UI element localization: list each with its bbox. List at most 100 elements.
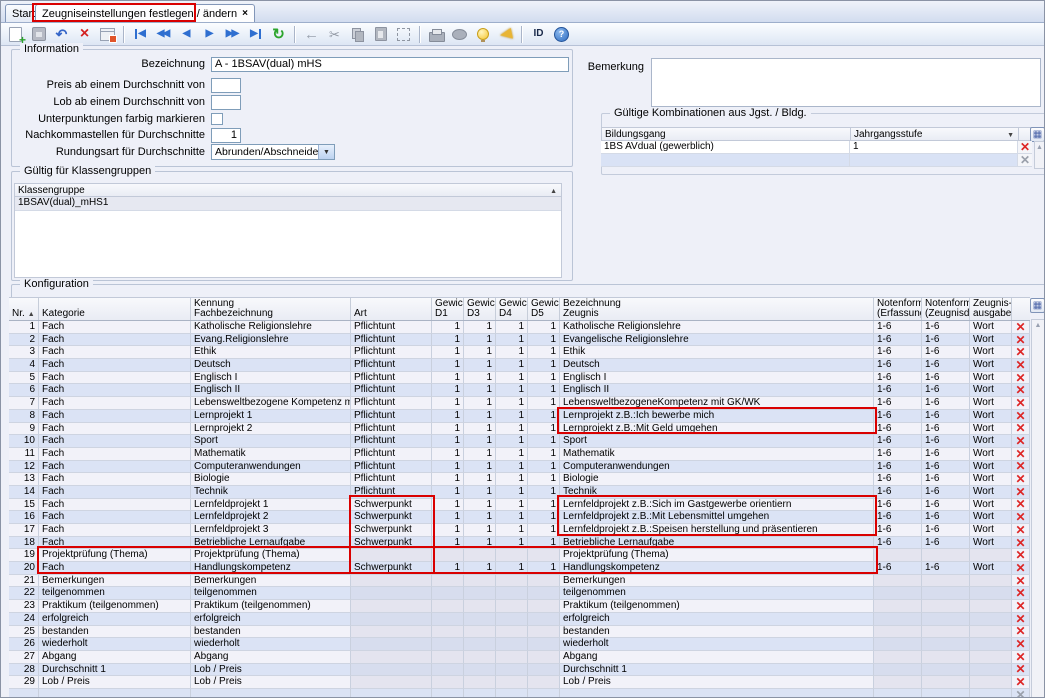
konfiguration-row[interactable]: 13FachBiologiePflichtunt1111Biologie1-61… bbox=[9, 473, 1030, 486]
konfig-col-gewicht-d4[interactable]: GewichtD4 bbox=[496, 298, 528, 320]
konfiguration-row[interactable]: ✕ bbox=[9, 689, 1030, 698]
konfiguration-row[interactable]: 6FachEnglisch IIPflichtunt1111Englisch I… bbox=[9, 384, 1030, 397]
konfig-col-nr-[interactable]: Nr. bbox=[9, 298, 39, 320]
konfiguration-row[interactable]: 9FachLernprojekt 2Pflichtunt1111Lernproj… bbox=[9, 423, 1030, 436]
kombinationen-scrollbar[interactable] bbox=[1034, 141, 1045, 169]
konfiguration-row[interactable]: 4FachDeutschPflichtunt1111Deutsch1-61-6W… bbox=[9, 359, 1030, 372]
konfiguration-row[interactable]: 15FachLernfeldprojekt 1Schwerpunkt1111Le… bbox=[9, 499, 1030, 512]
unterpunktungen-checkbox[interactable] bbox=[211, 113, 223, 125]
konfiguration-row[interactable]: 20FachHandlungskompetenzSchwerpunkt1111H… bbox=[9, 562, 1030, 575]
tab-zeugniseinstellungen[interactable]: Zeugniseinstellungen festlegen / ändern … bbox=[35, 4, 255, 22]
konfiguration-row[interactable]: 18FachBetriebliche LernaufgabeSchwerpunk… bbox=[9, 537, 1030, 550]
delete-row-icon[interactable]: ✕ bbox=[1012, 359, 1030, 372]
konfiguration-row[interactable]: 26wiederholtwiederholtwiederholt✕ bbox=[9, 638, 1030, 651]
konfiguration-row[interactable]: 8FachLernprojekt 1Pflichtunt1111Lernproj… bbox=[9, 410, 1030, 423]
refresh-icon[interactable] bbox=[268, 24, 289, 45]
rundungsart-select[interactable]: Abrunden/Abschneiden ▼ bbox=[211, 144, 335, 160]
konfiguration-row[interactable]: 22teilgenommenteilgenommenteilgenommen✕ bbox=[9, 587, 1030, 600]
konfig-col-gewicht-d5[interactable]: GewichtD5 bbox=[528, 298, 560, 320]
nav-first-icon[interactable] bbox=[130, 24, 151, 45]
konfig-col-art[interactable]: Art bbox=[351, 298, 432, 320]
konfig-col-bezeichnung-zeugnis[interactable]: BezeichnungZeugnis bbox=[560, 298, 874, 320]
delete-row-icon[interactable]: ✕ bbox=[1012, 651, 1030, 664]
kombinationen-col-jahrgangsstufe[interactable]: Jahrgangsstufe bbox=[850, 127, 1019, 141]
konfig-col-notenformat--erfassung-[interactable]: Notenformat(Erfassung) bbox=[874, 298, 922, 320]
delete-row-icon[interactable]: ✕ bbox=[1012, 524, 1030, 537]
konfiguration-row[interactable]: 21BemerkungenBemerkungenBemerkungen✕ bbox=[9, 575, 1030, 588]
kombination-row[interactable]: 1BS AVdual (gewerblich)1✕ bbox=[601, 141, 1032, 154]
konfiguration-row[interactable]: 5FachEnglisch IPflichtunt1111Englisch I1… bbox=[9, 372, 1030, 385]
delete-row-icon[interactable]: ✕ bbox=[1012, 499, 1030, 512]
notify-icon[interactable] bbox=[495, 24, 516, 45]
konfiguration-row[interactable]: 14FachTechnikPflichtunt1111Technik1-61-6… bbox=[9, 486, 1030, 499]
konfig-col-kennung-fachbezeichnung[interactable]: KennungFachbezeichnung bbox=[191, 298, 351, 320]
delete-row-icon[interactable]: ✕ bbox=[1012, 664, 1030, 677]
konfig-col-gewicht-d3[interactable]: GewichtD3 bbox=[464, 298, 496, 320]
konfiguration-row[interactable]: 24erfolgreicherfolgreicherfolgreich✕ bbox=[9, 613, 1030, 626]
delete-row-icon[interactable]: ✕ bbox=[1012, 486, 1030, 499]
delete-row-icon[interactable]: ✕ bbox=[1012, 397, 1030, 410]
data-form-icon[interactable] bbox=[97, 24, 118, 45]
save-icon[interactable] bbox=[28, 24, 49, 45]
konfiguration-column-chooser-icon[interactable] bbox=[1030, 298, 1045, 313]
copy-icon[interactable] bbox=[347, 24, 368, 45]
select-region-icon[interactable] bbox=[393, 24, 414, 45]
new-record-icon[interactable] bbox=[5, 24, 26, 45]
cut-icon[interactable] bbox=[324, 24, 345, 45]
kombination-row[interactable]: ✕ bbox=[601, 154, 1032, 167]
id-filter-icon[interactable] bbox=[528, 24, 549, 45]
nav-fast-prev-icon[interactable] bbox=[153, 24, 174, 45]
konfiguration-scrollbar[interactable] bbox=[1031, 319, 1045, 698]
delete-row-icon[interactable]: ✕ bbox=[1012, 562, 1030, 575]
konfiguration-row[interactable]: 1FachKatholische ReligionslehrePflichtun… bbox=[9, 321, 1030, 334]
konfiguration-row[interactable]: 7FachLebensweltbezogene Kompetenz mit GK… bbox=[9, 397, 1030, 410]
help-icon[interactable] bbox=[551, 24, 572, 45]
delete-row-icon[interactable]: ✕ bbox=[1012, 334, 1030, 347]
konfiguration-row[interactable]: 28Durchschnitt 1Lob / PreisDurchschnitt … bbox=[9, 664, 1030, 677]
konfiguration-row[interactable]: 25bestandenbestandenbestanden✕ bbox=[9, 626, 1030, 639]
nav-next-icon[interactable] bbox=[199, 24, 220, 45]
kombinationen-col-bildungsgang[interactable]: Bildungsgang bbox=[601, 127, 851, 141]
konfig-col-notenformat--zeugnisdruck-[interactable]: Notenformat(Zeugnisdruck) bbox=[922, 298, 970, 320]
nachkommastellen-input[interactable] bbox=[211, 128, 241, 143]
klassengruppen-col-klassengruppe[interactable]: Klassengruppe bbox=[14, 183, 562, 197]
delete-row-icon[interactable]: ✕ bbox=[1012, 410, 1030, 423]
delete-row-icon[interactable]: ✕ bbox=[1012, 372, 1030, 385]
delete-row-icon[interactable]: ✕ bbox=[1018, 154, 1032, 167]
konfig-col-zeugnis--ausgabe[interactable]: Zeugnis-ausgabe bbox=[970, 298, 1012, 320]
bemerkung-textarea[interactable] bbox=[651, 58, 1041, 107]
delete-row-icon[interactable]: ✕ bbox=[1012, 587, 1030, 600]
undo-icon[interactable] bbox=[51, 24, 72, 45]
tab-zeugniseinstellungen-close-icon[interactable]: × bbox=[242, 8, 248, 19]
back-icon[interactable] bbox=[301, 24, 322, 45]
konfiguration-row[interactable]: 16FachLernfeldprojekt 2Schwerpunkt1111Le… bbox=[9, 511, 1030, 524]
delete-row-icon[interactable]: ✕ bbox=[1012, 321, 1030, 334]
nav-last-icon[interactable] bbox=[245, 24, 266, 45]
nav-fast-next-icon[interactable] bbox=[222, 24, 243, 45]
konfiguration-row[interactable]: 3FachEthikPflichtunt1111Ethik1-61-6Wort✕ bbox=[9, 346, 1030, 359]
preview-icon[interactable] bbox=[449, 24, 470, 45]
nav-prev-icon[interactable] bbox=[176, 24, 197, 45]
delete-row-icon[interactable]: ✕ bbox=[1012, 689, 1030, 698]
delete-row-icon[interactable]: ✕ bbox=[1012, 638, 1030, 651]
konfiguration-row[interactable]: 29Lob / PreisLob / PreisLob / Preis✕ bbox=[9, 676, 1030, 689]
delete-row-icon[interactable]: ✕ bbox=[1012, 537, 1030, 550]
konfiguration-row[interactable]: 19Projektprüfung (Thema)Projektprüfung (… bbox=[9, 549, 1030, 562]
konfiguration-row[interactable]: 2FachEvang.ReligionslehrePflichtunt1111E… bbox=[9, 334, 1030, 347]
delete-row-icon[interactable]: ✕ bbox=[1012, 511, 1030, 524]
bezeichnung-input[interactable] bbox=[211, 57, 569, 72]
delete-row-icon[interactable]: ✕ bbox=[1012, 461, 1030, 474]
preis-input[interactable] bbox=[211, 78, 241, 93]
paste-icon[interactable] bbox=[370, 24, 391, 45]
delete-icon[interactable] bbox=[74, 24, 95, 45]
delete-row-icon[interactable]: ✕ bbox=[1012, 423, 1030, 436]
konfiguration-row[interactable]: 17FachLernfeldprojekt 3Schwerpunkt1111Le… bbox=[9, 524, 1030, 537]
delete-row-icon[interactable]: ✕ bbox=[1012, 676, 1030, 689]
print-icon[interactable] bbox=[426, 24, 447, 45]
konfiguration-row[interactable]: 11FachMathematikPflichtunt1111Mathematik… bbox=[9, 448, 1030, 461]
kombinationen-column-chooser-icon[interactable] bbox=[1030, 127, 1045, 142]
delete-row-icon[interactable]: ✕ bbox=[1012, 613, 1030, 626]
klassengruppe-row[interactable]: 1BSAV(dual)_mHS1 bbox=[15, 197, 561, 211]
delete-row-icon[interactable]: ✕ bbox=[1012, 346, 1030, 359]
delete-row-icon[interactable]: ✕ bbox=[1012, 575, 1030, 588]
